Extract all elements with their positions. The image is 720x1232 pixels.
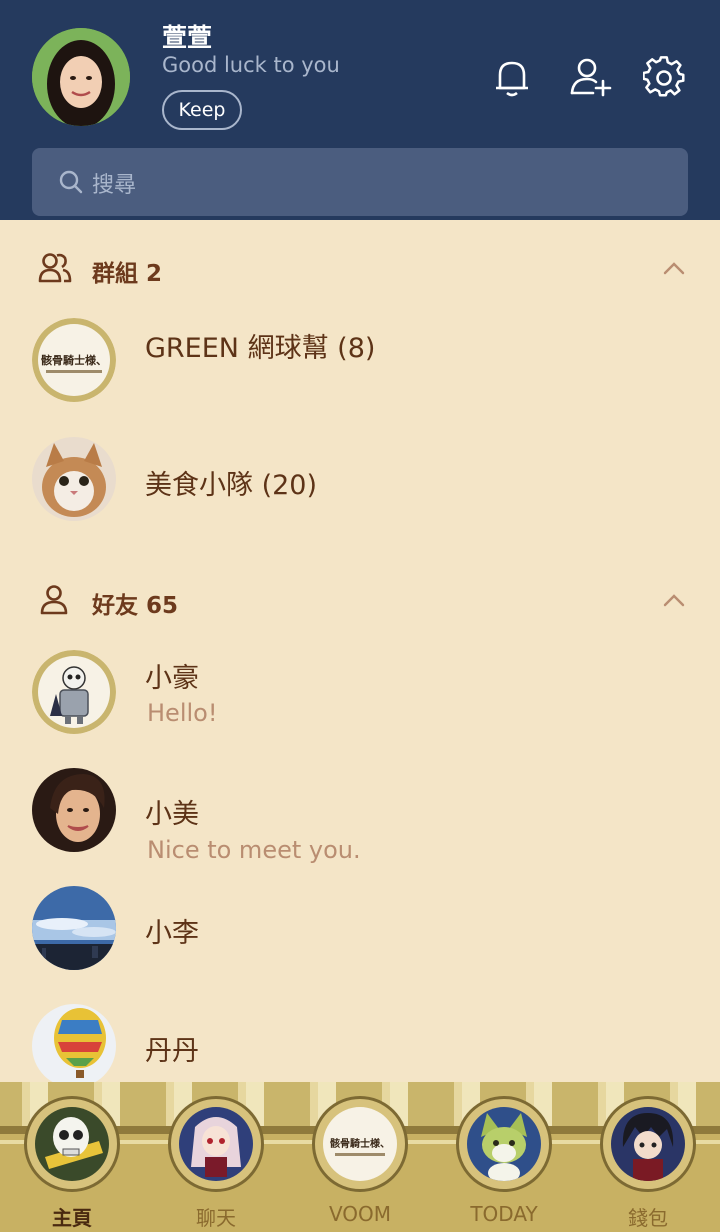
profile-header: 萱萱 Good luck to you Keep 搜尋 <box>0 0 720 220</box>
group-name: GREEN 網球幫 (8) <box>145 333 376 364</box>
bottom-navigation: 主頁 聊天 骸骨騎士様、 VOOM TODAY 錢包 <box>0 1082 720 1232</box>
profile-status-message[interactable]: Good luck to you <box>162 53 340 77</box>
nav-voom-label: VOOM <box>328 1202 392 1226</box>
friend-avatar <box>32 1004 116 1088</box>
friend-name: 小豪 <box>145 663 199 694</box>
group-row-food-team[interactable]: 美食小隊 (20) <box>0 437 720 523</box>
group-avatar <box>32 437 116 521</box>
collapse-chevron-icon[interactable] <box>662 592 686 607</box>
friend-name: 小李 <box>145 918 199 949</box>
search-icon <box>58 169 84 195</box>
friend-avatar <box>32 768 116 852</box>
bell-icon[interactable] <box>491 56 533 98</box>
wallet-character-icon <box>600 1096 696 1192</box>
groups-section-label: 群組 2 <box>92 261 163 287</box>
nav-home[interactable]: 主頁 <box>0 1082 144 1232</box>
friend-avatar <box>32 650 116 734</box>
home-skull-icon <box>24 1096 120 1192</box>
friend-name: 丹丹 <box>145 1036 199 1067</box>
group-name: 美食小隊 (20) <box>145 470 318 501</box>
today-fox-icon <box>456 1096 552 1192</box>
nav-home-label: 主頁 <box>52 1206 92 1230</box>
voom-logo-icon: 骸骨騎士様、 <box>312 1096 408 1192</box>
nav-voom[interactable]: 骸骨騎士様、 VOOM <box>288 1082 432 1232</box>
chats-character-icon <box>168 1096 264 1192</box>
friends-section-label: 好友 65 <box>92 593 179 619</box>
friend-row[interactable]: 小豪 Hello! <box>0 650 720 736</box>
friend-row[interactable]: 小李 <box>0 886 720 972</box>
friend-name: 小美 <box>145 799 199 830</box>
add-friend-icon[interactable] <box>569 56 612 98</box>
collapse-chevron-icon[interactable] <box>662 260 686 275</box>
friend-row[interactable]: 丹丹 <box>0 1004 720 1088</box>
friend-icon <box>38 584 72 616</box>
friends-section-header[interactable]: 好友 65 <box>0 580 720 620</box>
group-icon <box>38 252 72 284</box>
friend-row[interactable]: 小美 Nice to meet you. <box>0 768 720 864</box>
group-row-green-tennis[interactable]: 骸骨騎士様、 GREEN 網球幫 (8) <box>0 318 720 404</box>
settings-icon[interactable] <box>642 56 685 98</box>
nav-wallet-label: 錢包 <box>628 1206 668 1230</box>
profile-avatar[interactable] <box>32 28 130 126</box>
friend-avatar <box>32 886 116 970</box>
nav-chats-label: 聊天 <box>196 1206 236 1230</box>
nav-chats[interactable]: 聊天 <box>144 1082 288 1232</box>
nav-wallet[interactable]: 錢包 <box>576 1082 720 1232</box>
friend-status-message: Hello! <box>147 699 218 727</box>
profile-name[interactable]: 萱萱 <box>162 18 212 54</box>
friend-status-message: Nice to meet you. <box>147 836 361 864</box>
keep-button[interactable]: Keep <box>162 90 242 130</box>
nav-today[interactable]: TODAY <box>432 1082 576 1232</box>
voom-logo-text: 骸骨騎士様、 <box>330 1137 390 1150</box>
group-avatar: 骸骨騎士様、 <box>32 318 116 402</box>
group-avatar-logo-text: 骸骨騎士様、 <box>41 353 107 367</box>
groups-section-header[interactable]: 群組 2 <box>0 248 720 288</box>
search-bar[interactable]: 搜尋 <box>32 148 688 216</box>
search-input[interactable]: 搜尋 <box>92 167 136 199</box>
nav-today-label: TODAY <box>470 1202 538 1226</box>
